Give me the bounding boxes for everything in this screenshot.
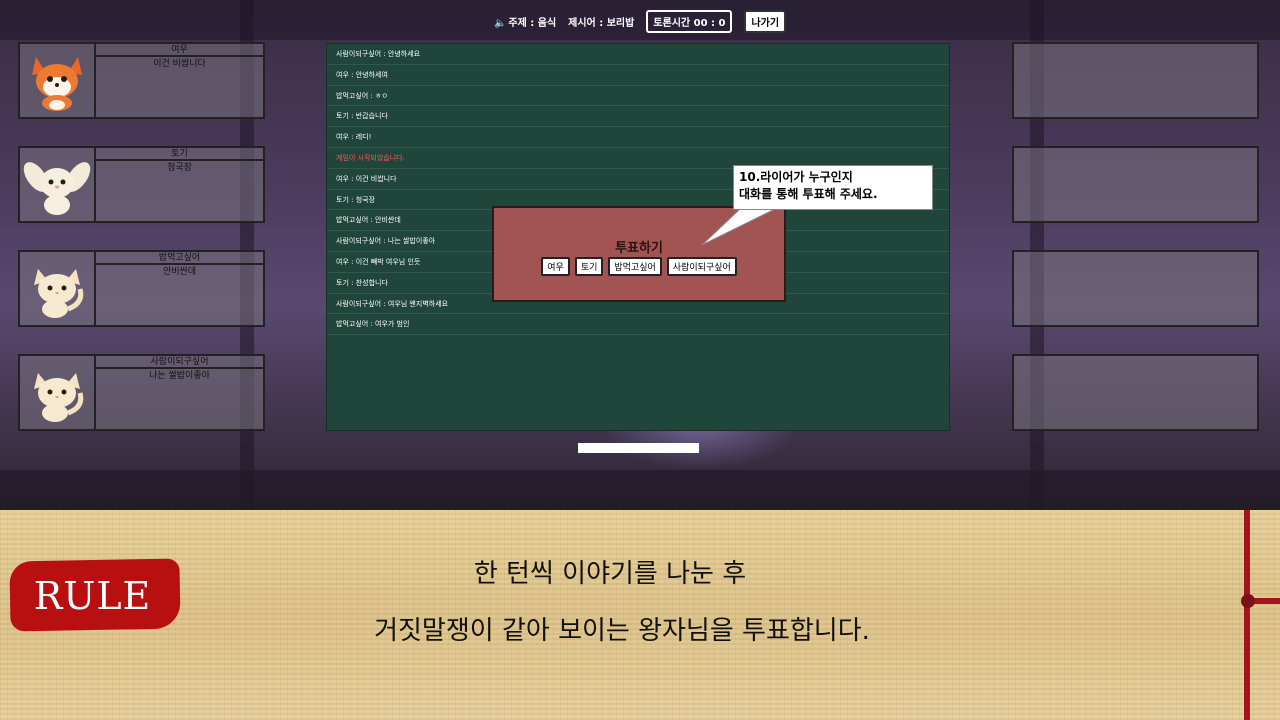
vote-option-fox[interactable]: 여우 (541, 257, 570, 276)
cat-avatar (20, 356, 96, 429)
game-screen: 🔈 주제 : 음식 제시어 : 보리밥 토론시간 00 : 0 나가기 여우 이건… (0, 0, 1280, 510)
exit-button[interactable]: 나가기 (744, 9, 787, 33)
player-message: 안비싼데 (162, 267, 197, 277)
player-name: 사람이되구싶어 (96, 356, 263, 369)
bubble-line-1: 10.라이어가 누구인지 (739, 170, 853, 184)
keyword-label: 제시어 : 보리밥 (568, 17, 635, 29)
cat-avatar (20, 252, 96, 325)
vote-option-saram[interactable]: 사람이되구싶어 (666, 257, 737, 276)
player-name: 밥먹고싶어 (96, 252, 263, 265)
bubble-line-2: 대화를 통해 투표해 주세요. (739, 187, 878, 201)
player-name: 여우 (96, 44, 263, 57)
chat-message: 여우 : 레디! (327, 127, 949, 148)
chat-input-bar[interactable] (578, 443, 699, 453)
player-card-rabbit: 토기 청국장 (18, 146, 265, 223)
empty-player-slot (1012, 42, 1259, 119)
player-card-fox: 여우 이건 비쌉니다 (18, 42, 265, 119)
chat-message: 토기 : 반갑습니다 (327, 106, 949, 128)
player-card-cat: 밥먹고싶어 안비싼데 (18, 250, 265, 327)
debate-timer: 토론시간 00 : 0 (646, 9, 733, 33)
empty-player-slot (1012, 250, 1259, 327)
player-card-cat-2: 사람이되구싶어 나는 쌀밥이좋아 (18, 354, 265, 431)
cat-icon (34, 268, 84, 318)
floor (0, 470, 1280, 510)
rule-line-1: 한 턴씩 이야기를 나눈 후 (473, 559, 747, 589)
decor-red-line (1244, 510, 1250, 720)
player-message: 청국장 (167, 163, 192, 173)
player-message: 나는 쌀밥이좋아 (149, 371, 210, 381)
vote-option-rabbit[interactable]: 토기 (574, 257, 604, 276)
rabbit-icon (23, 161, 91, 215)
rule-panel: RULE 한 턴씩 이야기를 나눈 후 거짓말쟁이 같아 보이는 왕자님을 투표… (0, 510, 1280, 720)
rule-line-2: 거짓말쟁이 같아 보이는 왕자님을 투표합니다. (374, 616, 870, 646)
cat-icon (34, 372, 84, 422)
player-message: 이건 비쌉니다 (153, 59, 206, 69)
empty-player-slot (1012, 354, 1259, 431)
instruction-bubble: 10.라이어가 누구인지 대화를 통해 투표해 주세요. (733, 165, 933, 210)
topic-label: 🔈 주제 : 음식 (493, 17, 557, 29)
top-bar: 🔈 주제 : 음식 제시어 : 보리밥 토론시간 00 : 0 나가기 (0, 9, 1280, 33)
rabbit-avatar (20, 148, 96, 221)
fox-icon (32, 56, 82, 111)
empty-player-slot (1012, 146, 1259, 223)
speaker-icon[interactable]: 🔈 (494, 18, 506, 29)
chat-message: 밥먹고싶어 : 여우가 범인 (327, 314, 949, 336)
player-name: 토기 (96, 148, 263, 161)
fox-avatar (20, 44, 96, 117)
chat-message: 사람이되구싶어 : 안녕하세요 (327, 44, 949, 65)
bubble-tail-icon (701, 209, 776, 246)
vote-option-babmeok[interactable]: 밥먹고싶어 (608, 257, 662, 276)
chat-message: 여우 : 안녕하세여 (327, 65, 949, 86)
chat-message: 밥먹고싶어 : ㅎㅇ (327, 86, 949, 107)
decor-red-dot (1241, 594, 1255, 608)
vote-options: 여우 토기 밥먹고싶어 사람이되구싶어 (494, 257, 784, 276)
